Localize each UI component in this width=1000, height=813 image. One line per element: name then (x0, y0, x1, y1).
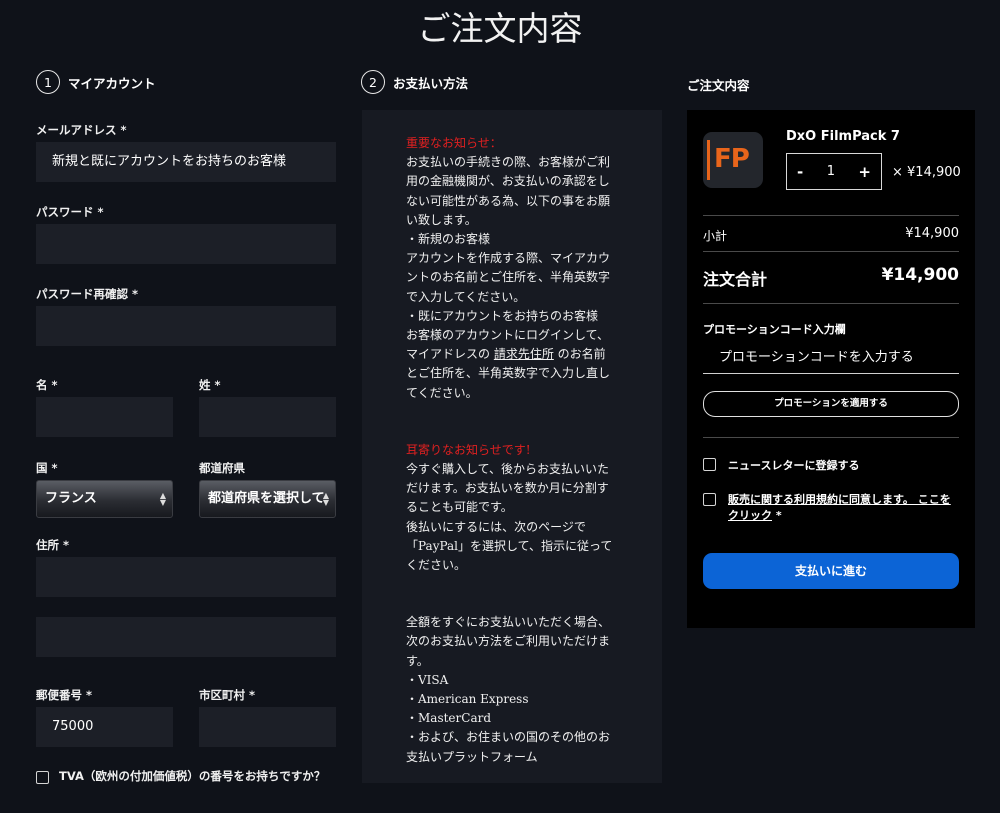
info-line: 後払いにするには、次のページで (406, 519, 586, 534)
methods-line: す。 (406, 653, 429, 668)
methods-line: ・VISA (406, 672, 449, 687)
quantity-value[interactable]: 1 (827, 164, 835, 179)
notice-line-post: のお名前 (553, 347, 606, 362)
country-label: 国 * (36, 461, 58, 475)
summary-section-heading: ご注文内容 (687, 75, 750, 94)
product-icon-text: FP (714, 144, 750, 174)
info-line: ることも可能です。 (406, 500, 513, 515)
divider (703, 303, 959, 304)
prefecture-select-value: 都道府県を選択して (208, 491, 325, 506)
address-label: 住所 * (36, 538, 70, 552)
password-confirm-field[interactable] (36, 306, 336, 346)
divider (703, 251, 959, 252)
notice-line: ・既にアカウントをお持ちのお客様 (406, 308, 599, 323)
newsletter-checkbox[interactable] (703, 458, 716, 471)
account-section-heading: 1 マイアカウント (36, 70, 156, 94)
first-name-label: 名 * (36, 378, 58, 392)
terms-link[interactable]: 販売に関する利用規約に同意します。 ここを (728, 493, 951, 506)
payment-heading-label: お支払い方法 (393, 75, 469, 91)
quantity-stepper: - 1 + (786, 153, 882, 190)
tva-label: TVA（欧州の付加価値税）の番号をお持ちですか？ (59, 769, 326, 783)
order-total-label: 注文合計 (703, 270, 768, 289)
notice-line: お支払いの手続きの際、お客様がご利 (406, 155, 611, 170)
divider (703, 437, 959, 438)
subtotal-value: ¥14,900 (905, 226, 959, 241)
last-name-field[interactable] (199, 397, 336, 437)
required-mark: * (772, 509, 782, 522)
notice-line: お客様のアカウントにログインして、 (406, 328, 610, 343)
city-field[interactable] (199, 707, 336, 747)
unit-price: × ¥14,900 (892, 165, 961, 180)
step-number-badge: 1 (36, 70, 60, 94)
address-line1-field[interactable] (36, 557, 336, 597)
step-number-badge: 2 (361, 70, 385, 94)
postal-code-label: 郵便番号 * (36, 688, 93, 702)
methods-line: ・MasterCard (406, 711, 492, 726)
payment-notice-text: 重要なお知らせ： お支払いの手続きの際、お客様がご利 用の金融機関が、お支払いの… (406, 134, 631, 767)
product-name: DxO FilmPack 7 (786, 129, 900, 144)
info-title: 耳寄りなお知らせです! (406, 442, 531, 457)
methods-line: ・および、お住まいの国のその他のお (406, 730, 611, 745)
notice-line: とご住所を、半角英数字で入力し直し (406, 366, 611, 381)
country-select-value: フランス (45, 491, 97, 506)
password-field[interactable] (36, 224, 336, 264)
order-total-value: ¥14,900 (881, 265, 959, 285)
notice-line: ない可能性がある為、以下の事をお願 (406, 193, 611, 208)
account-heading-label: マイアカウント (68, 75, 156, 91)
payment-section-heading: 2 お支払い方法 (361, 70, 468, 94)
password-label: パスワード * (36, 205, 104, 219)
divider (703, 215, 959, 216)
methods-line: 支払いプラットフォーム (406, 749, 538, 764)
quantity-increase-button[interactable]: + (858, 163, 871, 181)
terms-label: 販売に関する利用規約に同意します。 ここを クリック * (728, 492, 958, 524)
newsletter-label: ニュースレターに登録する (728, 459, 860, 472)
notice-line: アカウントを作成する際、マイアカウ (406, 251, 611, 266)
notice-title: 重要なお知らせ： (406, 136, 502, 150)
methods-line: 次のお支払い方法をご利用いただけま (406, 634, 611, 649)
prefecture-select[interactable]: 都道府県を選択して ▲ ▼ (199, 480, 336, 518)
email-field[interactable]: 新規と既にアカウントをお持ちのお客様 (36, 142, 336, 182)
tva-checkbox[interactable] (36, 771, 49, 784)
info-line: 「PayPal」を選択して、指示に従って (406, 538, 613, 553)
postal-code-field[interactable]: 75000 (36, 707, 173, 747)
address-line2-field[interactable] (36, 617, 336, 657)
info-line: だけます。お支払いを数か月に分割す (406, 481, 609, 496)
notice-line-pre: マイアドレスの (406, 347, 494, 362)
notice-line: い致します。 (406, 212, 477, 227)
select-arrows-icon: ▲ ▼ (322, 491, 329, 507)
terms-click-link[interactable]: クリック (728, 509, 772, 522)
info-line: 今すぐ購入して、後からお支払いいた (406, 462, 610, 477)
last-name-label: 姓 * (199, 378, 221, 392)
promo-code-input[interactable]: プロモーションコードを入力する (703, 343, 959, 374)
methods-line: ・American Express (406, 692, 529, 707)
notice-line: ントのお名前とご住所を、半角英数字 (406, 270, 611, 285)
info-line: ください。 (406, 558, 467, 573)
order-summary-panel: FP DxO FilmPack 7 - 1 + × ¥14,900 小計 ¥14… (687, 110, 975, 628)
promo-code-label: プロモーションコード入力欄 (703, 323, 846, 336)
apply-promo-button[interactable]: プロモーションを適用する (703, 391, 959, 417)
summary-heading-label: ご注文内容 (687, 78, 750, 93)
filmpack-product-icon: FP (703, 132, 763, 188)
first-name-field[interactable] (36, 397, 173, 437)
notice-line: 用の金融機関が、お支払いの承認をし (406, 174, 610, 189)
notice-line: ・新規のお客様 (406, 232, 491, 247)
proceed-to-payment-button[interactable]: 支払いに進む (703, 553, 959, 589)
email-label: メールアドレス * (36, 123, 127, 137)
billing-address-link[interactable]: 請求先住所 (494, 347, 554, 361)
select-arrows-icon: ▲ ▼ (159, 491, 166, 507)
methods-line: 全額をすぐにお支払いいただく場合、 (406, 615, 611, 630)
country-select[interactable]: フランス ▲ ▼ (36, 480, 173, 518)
payment-notice-panel: 重要なお知らせ： お支払いの手続きの際、お客様がご利 用の金融機関が、お支払いの… (362, 110, 662, 783)
terms-checkbox[interactable] (703, 493, 716, 506)
notice-line: で入力してください。 (406, 289, 526, 304)
quantity-decrease-button[interactable]: - (797, 163, 803, 181)
city-label: 市区町村 * (199, 688, 256, 702)
page-title: ご注文内容 (417, 9, 583, 48)
notice-line-with-link: マイアドレスの 請求先住所 のお名前 (406, 345, 631, 364)
prefecture-label: 都道府県 (199, 461, 245, 475)
subtotal-label: 小計 (703, 229, 728, 243)
notice-line: てください。 (406, 385, 478, 400)
password-confirm-label: パスワード再確認 * (36, 287, 139, 301)
